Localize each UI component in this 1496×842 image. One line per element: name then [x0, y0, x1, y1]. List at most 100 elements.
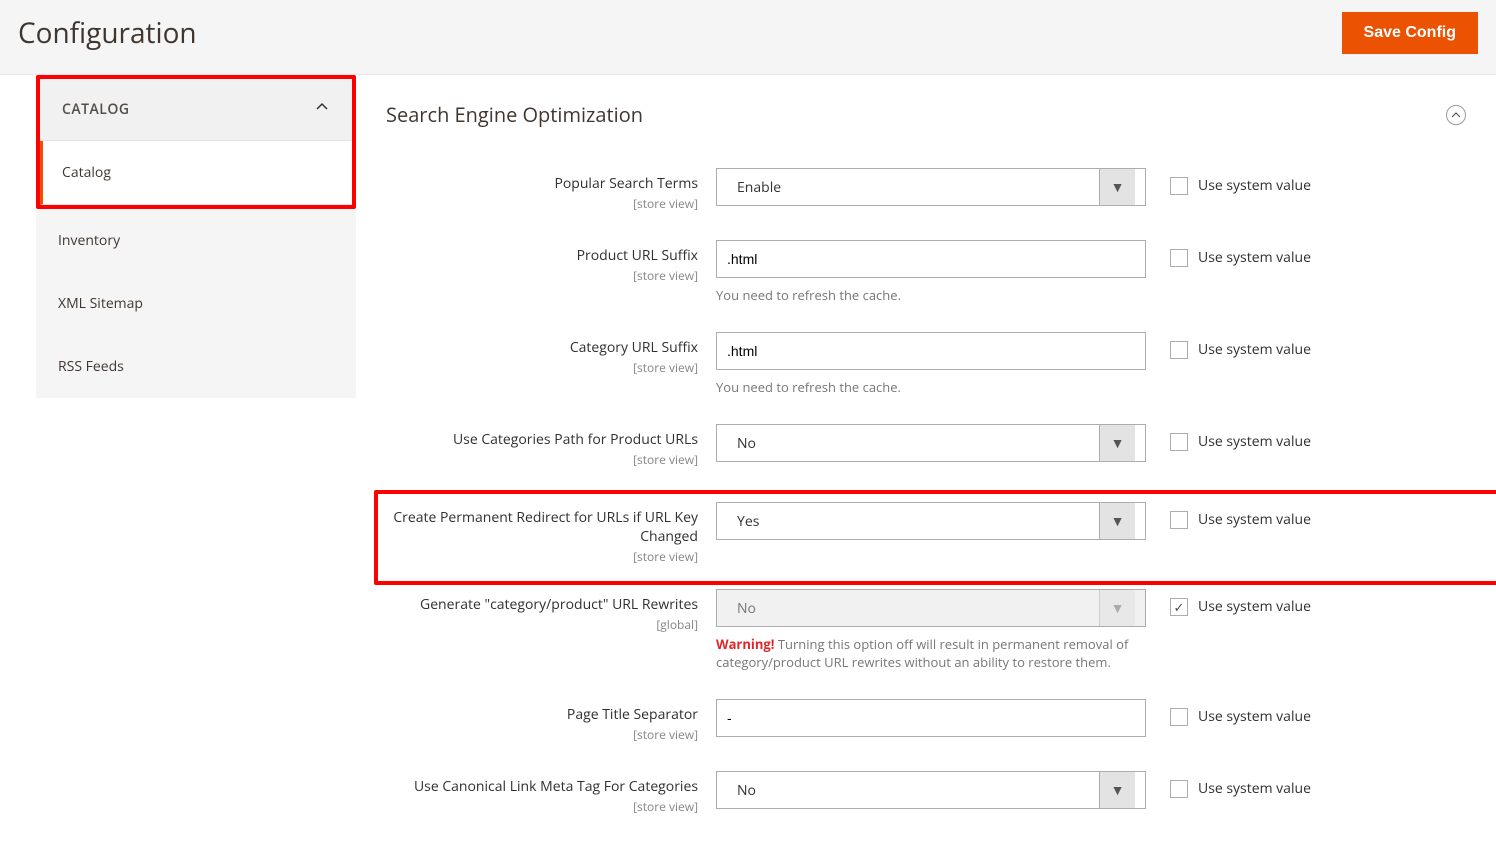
select-value: Enable	[727, 170, 1099, 205]
select-value: No	[727, 773, 1099, 808]
field-input-col: No ▼	[716, 424, 1146, 462]
warning-label: Warning!	[716, 635, 774, 653]
sidebar-item-catalog[interactable]: Catalog	[40, 141, 352, 205]
use-system-value-label: Use system value	[1198, 779, 1311, 798]
field-input-col: Enable ▼	[716, 168, 1146, 206]
use-system-value-label: Use system value	[1198, 340, 1311, 359]
field-input-col: No ▼	[716, 771, 1146, 809]
field-system-col: Use system value	[1146, 771, 1366, 798]
field-system-col: Use system value	[1146, 502, 1366, 529]
category-url-suffix-input[interactable]	[716, 332, 1146, 370]
field-label: Use Canonical Link Meta Tag For Categori…	[414, 777, 698, 796]
chevron-down-icon: ▼	[1099, 772, 1135, 808]
field-label: Popular Search Terms	[554, 174, 698, 193]
field-scope: [store view]	[386, 359, 698, 376]
sidebar-rest: Inventory XML Sitemap RSS Feeds	[36, 209, 356, 398]
use-system-value-checkbox[interactable]	[1170, 177, 1188, 195]
product-url-suffix-input[interactable]	[716, 240, 1146, 278]
field-system-col: Use system value	[1146, 589, 1366, 616]
select-value: Yes	[727, 504, 1099, 539]
field-system-col: Use system value	[1146, 168, 1366, 195]
field-scope: [store view]	[386, 195, 698, 212]
field-permanent-redirect: Create Permanent Redirect for URLs if UR…	[386, 496, 1466, 571]
sidebar-item-rss-feeds[interactable]: RSS Feeds	[36, 335, 356, 398]
use-categories-path-select[interactable]: No ▼	[716, 424, 1146, 462]
permanent-redirect-select[interactable]: Yes ▼	[716, 502, 1146, 540]
field-label-col: Page Title Separator [store view]	[386, 699, 716, 743]
field-product-url-suffix: Product URL Suffix [store view] You need…	[386, 240, 1466, 304]
canonical-categories-select[interactable]: No ▼	[716, 771, 1146, 809]
use-system-value-checkbox[interactable]	[1170, 780, 1188, 798]
sidebar-group-label: CATALOG	[62, 100, 130, 119]
field-label: Product URL Suffix	[577, 246, 698, 265]
page-title-separator-input[interactable]	[716, 699, 1146, 737]
field-scope: [store view]	[386, 548, 698, 565]
field-system-col: Use system value	[1146, 699, 1366, 726]
field-scope: [store view]	[386, 267, 698, 284]
use-system-value-checkbox[interactable]	[1170, 249, 1188, 267]
page-title: Configuration	[18, 14, 197, 52]
field-label: Category URL Suffix	[570, 338, 698, 357]
chevron-down-icon: ▼	[1099, 590, 1135, 626]
sidebar-item-inventory[interactable]: Inventory	[36, 209, 356, 272]
sidebar-highlight-box: CATALOG Catalog	[36, 75, 356, 209]
field-scope: [store view]	[386, 798, 698, 815]
page-header: Configuration Save Config	[0, 0, 1496, 75]
use-system-value-checkbox[interactable]	[1170, 598, 1188, 616]
select-value: No	[727, 591, 1099, 626]
field-label-col: Product URL Suffix [store view]	[386, 240, 716, 284]
field-label: Page Title Separator	[567, 705, 698, 724]
field-system-col: Use system value	[1146, 332, 1366, 359]
select-value: No	[727, 426, 1099, 461]
use-system-value-checkbox[interactable]	[1170, 341, 1188, 359]
sidebar-item-label: RSS Feeds	[58, 357, 124, 376]
sidebar-item-label: Catalog	[62, 163, 111, 182]
chevron-down-icon: ▼	[1099, 503, 1135, 539]
use-system-value-label: Use system value	[1198, 176, 1311, 195]
field-input-col	[716, 699, 1146, 737]
field-note: You need to refresh the cache.	[716, 378, 1146, 396]
use-system-value-checkbox[interactable]	[1170, 433, 1188, 451]
use-system-value-label: Use system value	[1198, 432, 1311, 451]
field-scope: [store view]	[386, 451, 698, 468]
field-popular-search-terms: Popular Search Terms [store view] Enable…	[386, 168, 1466, 212]
use-system-value-label: Use system value	[1198, 248, 1311, 267]
chevron-down-icon: ▼	[1099, 425, 1135, 461]
chevron-down-icon: ▼	[1099, 169, 1135, 205]
collapse-section-icon[interactable]	[1446, 105, 1466, 125]
main-content: Search Engine Optimization Popular Searc…	[356, 75, 1496, 835]
field-input-col: You need to refresh the cache.	[716, 332, 1146, 396]
field-note: You need to refresh the cache.	[716, 286, 1146, 304]
field-label: Create Permanent Redirect for URLs if UR…	[393, 508, 698, 546]
sidebar-item-label: Inventory	[58, 231, 120, 250]
sidebar-group-catalog[interactable]: CATALOG	[40, 79, 352, 141]
field-page-title-separator: Page Title Separator [store view] Use sy…	[386, 699, 1466, 743]
field-warning-note: Warning! Turning this option off will re…	[716, 635, 1146, 671]
field-use-categories-path: Use Categories Path for Product URLs [st…	[386, 424, 1466, 468]
field-canonical-categories: Use Canonical Link Meta Tag For Categori…	[386, 771, 1466, 815]
field-label-col: Use Canonical Link Meta Tag For Categori…	[386, 771, 716, 815]
use-system-value-checkbox[interactable]	[1170, 708, 1188, 726]
field-input-col: You need to refresh the cache.	[716, 240, 1146, 304]
use-system-value-label: Use system value	[1198, 597, 1311, 616]
save-config-button[interactable]: Save Config	[1342, 12, 1478, 54]
sidebar-item-xml-sitemap[interactable]: XML Sitemap	[36, 272, 356, 335]
field-scope: [global]	[386, 616, 698, 633]
field-label-col: Category URL Suffix [store view]	[386, 332, 716, 376]
chevron-up-icon	[314, 99, 330, 120]
field-input-col: No ▼ Warning! Turning this option off wi…	[716, 589, 1146, 671]
use-system-value-label: Use system value	[1198, 707, 1311, 726]
field-label: Generate "category/product" URL Rewrites	[420, 595, 698, 614]
field-label-col: Create Permanent Redirect for URLs if UR…	[386, 502, 716, 565]
section-title: Search Engine Optimization	[386, 101, 643, 128]
use-system-value-checkbox[interactable]	[1170, 511, 1188, 529]
generate-rewrites-select: No ▼	[716, 589, 1146, 627]
sidebar-item-label: XML Sitemap	[58, 294, 143, 313]
field-input-col: Yes ▼	[716, 502, 1146, 540]
field-system-col: Use system value	[1146, 240, 1366, 267]
popular-search-terms-select[interactable]: Enable ▼	[716, 168, 1146, 206]
field-label: Use Categories Path for Product URLs	[453, 430, 698, 449]
field-generate-rewrites: Generate "category/product" URL Rewrites…	[386, 589, 1466, 671]
field-scope: [store view]	[386, 726, 698, 743]
field-label-col: Use Categories Path for Product URLs [st…	[386, 424, 716, 468]
